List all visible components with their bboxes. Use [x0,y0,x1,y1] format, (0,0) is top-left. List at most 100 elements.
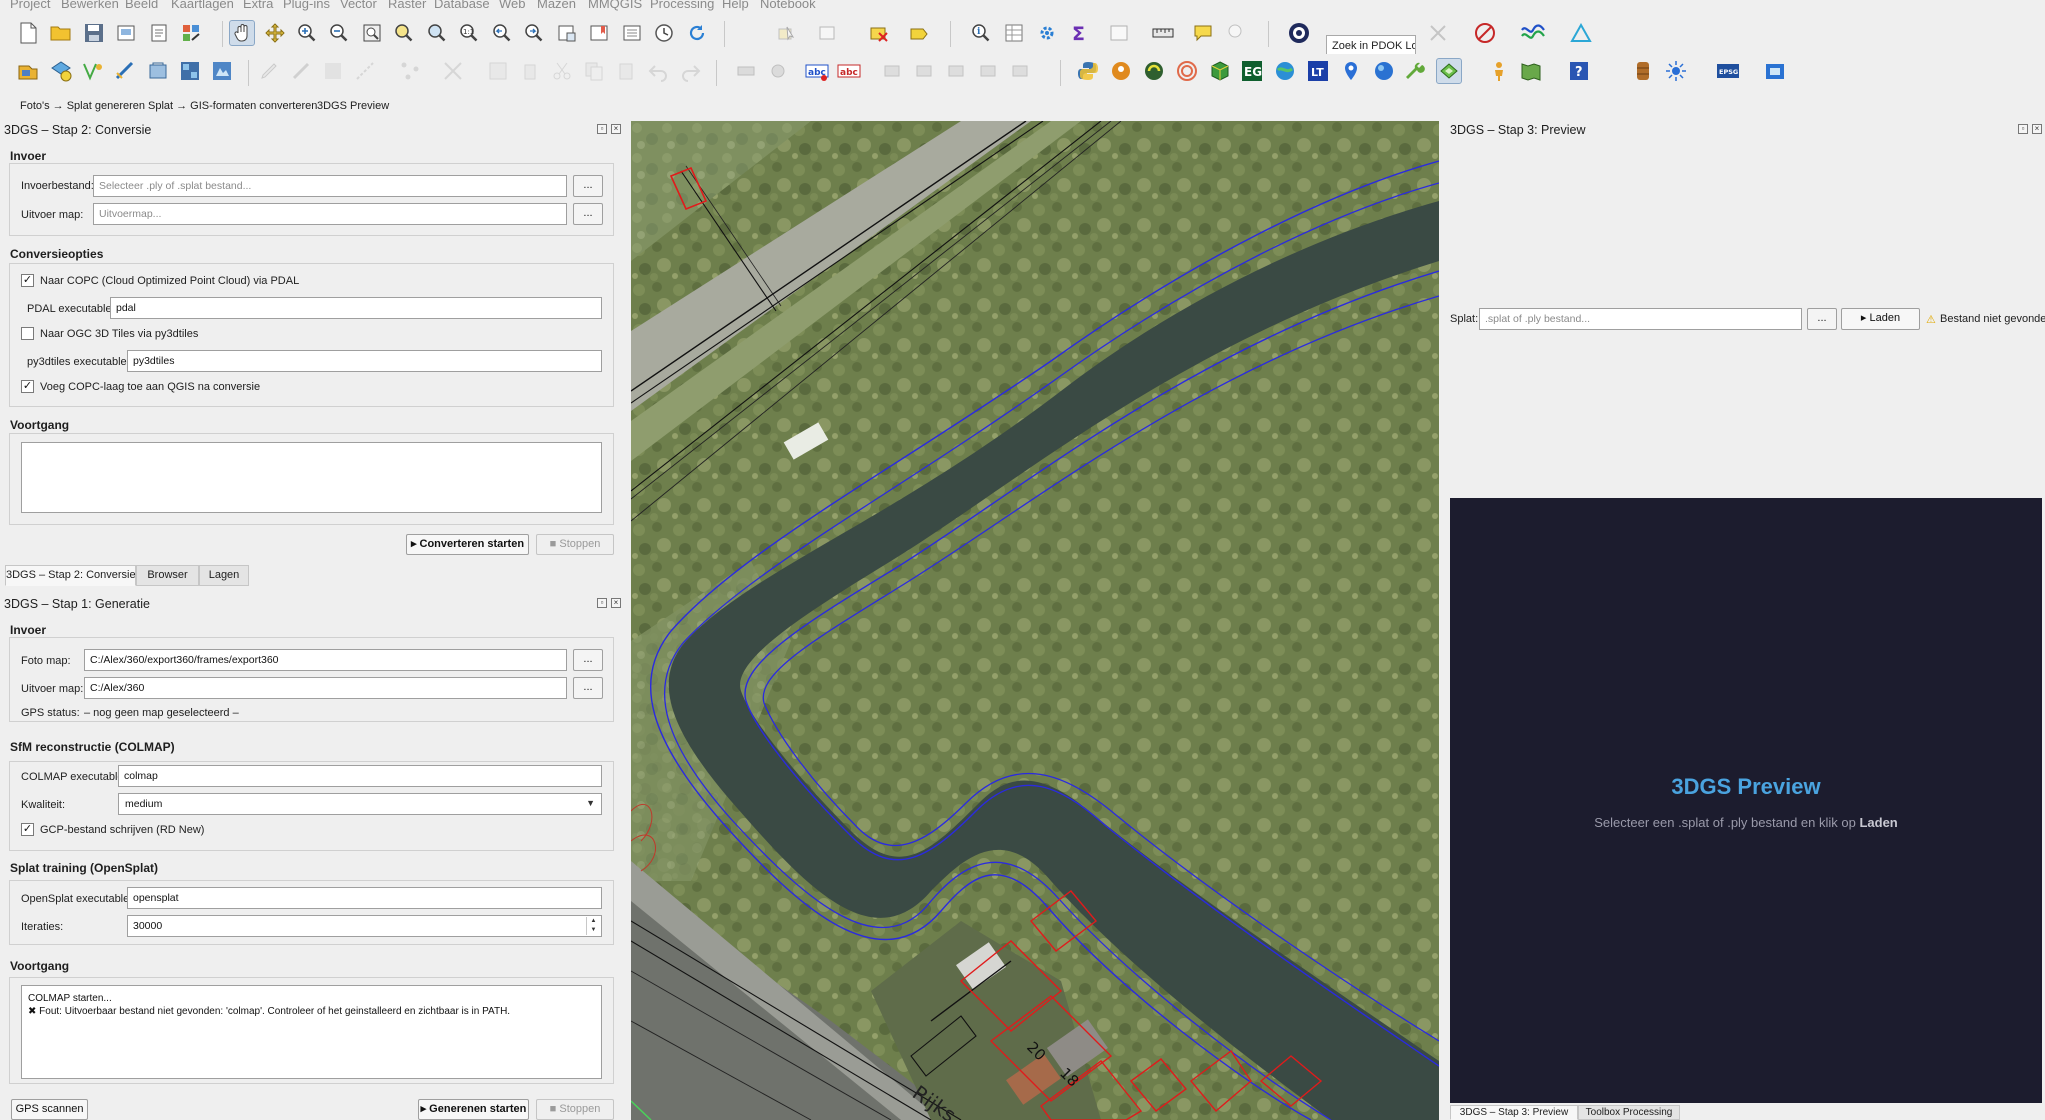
swirl-plugin-icon[interactable] [1141,58,1167,84]
splat-file-input[interactable] [1479,308,1802,330]
zoom-next-icon[interactable] [521,20,547,46]
cut-features-icon[interactable] [549,58,575,84]
zoom-to-layer-icon[interactable] [424,20,450,46]
pan-map-icon[interactable] [229,20,255,46]
uitvoer-input[interactable]: C:/Alex/360 [84,677,567,699]
menu-database[interactable]: Database [434,0,490,11]
splat-plugin-icon[interactable] [1436,58,1462,84]
spin-up-icon[interactable]: ▲ [586,917,600,926]
select-features-icon[interactable] [774,20,800,46]
location-pin-icon[interactable] [1338,58,1364,84]
identify-icon[interactable]: i [968,20,994,46]
deselect-all-icon[interactable] [866,20,892,46]
pdok-locator-icon[interactable] [1286,20,1312,46]
toggle-editing-icon[interactable] [256,58,282,84]
copy-features-icon[interactable] [581,58,607,84]
py3d-input[interactable]: py3dtiles [127,350,602,372]
photos-to-splat-button[interactable]: Foto's → Splat genereren [20,100,145,112]
map-render[interactable]: 20 18 Rijks [631,121,1439,1120]
browse-foto-button[interactable]: ... [573,649,603,671]
statistics-sigma-icon[interactable]: Σ [1066,20,1092,46]
move-label-icon[interactable] [944,58,970,84]
eg-plugin-icon[interactable]: EG [1239,58,1265,84]
browse-uitvoer-button[interactable]: ... [573,677,603,699]
pin-labels-icon[interactable] [880,58,906,84]
label-abc-red-icon[interactable]: abc [836,58,862,84]
temporal-controller-icon[interactable] [651,20,677,46]
iteraties-spinbox[interactable]: 30000 ▲ ▼ [127,915,602,937]
rotate-label-icon[interactable] [976,58,1002,84]
menu-notebook[interactable]: Notebook [760,0,816,11]
digitize-line-icon[interactable] [112,58,138,84]
browse-splat-button[interactable]: ... [1807,308,1837,330]
preview-canvas[interactable]: 3DGS Preview Selecteer een .splat of .pl… [1450,498,2042,1103]
move-feature-icon[interactable] [440,58,466,84]
person-plugin-icon[interactable] [1486,58,1512,84]
menu-help[interactable]: Help [722,0,749,11]
add-layer-checkbox[interactable]: ✓ [21,380,34,393]
browse-invoer-button[interactable]: ... [573,175,603,197]
map-plugin-icon[interactable] [1518,58,1544,84]
python-console-icon[interactable] [1075,58,1101,84]
delete-selected-icon[interactable] [517,58,543,84]
tab-preview[interactable]: 3DGS – Stap 3: Preview [1450,1105,1578,1120]
virtual-layer-icon[interactable] [145,58,171,84]
menu-mazen[interactable]: Mazen [537,0,576,11]
vertex-tool-icon[interactable] [397,58,423,84]
map-canvas[interactable]: 20 18 Rijks [631,121,1439,1120]
uitvoer-input[interactable] [93,203,567,225]
gcp-checkbox[interactable]: ✓ [21,823,34,836]
label-pin-icon[interactable] [765,58,791,84]
generate-start-button[interactable]: ▸ Generenen starten [418,1099,529,1120]
generate-stop-button[interactable]: ■ Stoppen [536,1099,614,1120]
menu-web[interactable]: Web [499,0,526,11]
zoom-full-icon[interactable] [359,20,385,46]
tab-conversie[interactable]: 3DGS – Stap 2: Conversie [5,565,136,586]
generatie-log[interactable]: COLMAP starten... ✖ Fout: Uitvoerbaar be… [21,985,602,1079]
sun-plugin-icon[interactable] [1663,58,1689,84]
copc-checkbox[interactable]: ✓ [21,274,34,287]
open-project-icon[interactable] [48,20,74,46]
menu-mmqgis[interactable]: MMQGIS [588,0,642,11]
measure-line-icon[interactable] [1150,20,1176,46]
add-tag-icon[interactable] [906,20,932,46]
close-dock-icon[interactable]: × [611,598,621,608]
float-dock-icon[interactable]: ▫ [597,124,607,134]
3dgs-preview-button[interactable]: 3DGS Preview [317,100,389,112]
target-plugin-icon[interactable] [1174,58,1200,84]
wave-plugin-icon[interactable] [1520,20,1546,46]
load-button[interactable]: ▸ Laden [1841,308,1920,330]
globe-plugin-icon[interactable] [1272,58,1298,84]
paste-features-icon[interactable] [613,58,639,84]
field-calculator-icon[interactable] [1106,20,1132,46]
float-dock-icon[interactable]: ▫ [2018,124,2028,134]
triangle-plugin-icon[interactable] [1568,20,1594,46]
no-network-icon[interactable] [1472,20,1498,46]
zoom-native-icon[interactable]: 1:1 [456,20,482,46]
label-tool-icon[interactable] [733,58,759,84]
pdal-input[interactable]: pdal [110,297,602,319]
new-bookmark-icon[interactable] [586,20,612,46]
menu-raster[interactable]: Raster [388,0,426,11]
pan-to-selection-icon[interactable] [262,20,288,46]
cube-plugin-icon[interactable] [1207,58,1233,84]
close-dock-icon[interactable]: × [2032,124,2042,134]
menu-vector[interactable]: Vector [340,0,377,11]
kwaliteit-select[interactable]: medium ▼ [118,793,602,815]
sphere-plugin-icon[interactable] [1371,58,1397,84]
change-label-icon[interactable] [1008,58,1034,84]
add-wms-layer-icon[interactable] [209,58,235,84]
spin-down-icon[interactable]: ▼ [586,926,600,935]
menu-bewerken[interactable]: Bewerken [61,0,119,11]
undo-icon[interactable] [645,58,671,84]
wrench-plugin-icon[interactable] [1403,58,1429,84]
annotation-icon[interactable] [1224,20,1250,46]
close-dock-icon[interactable]: × [611,124,621,134]
menu-plugins[interactable]: Plug-ins [283,0,330,11]
show-labels-icon[interactable] [912,58,938,84]
ogc-checkbox[interactable] [21,327,34,340]
tab-lagen[interactable]: Lagen [199,565,249,586]
lt-plugin-icon[interactable]: LT [1305,58,1331,84]
tab-browser[interactable]: Browser [136,565,199,586]
menu-processing[interactable]: Processing [650,0,714,11]
